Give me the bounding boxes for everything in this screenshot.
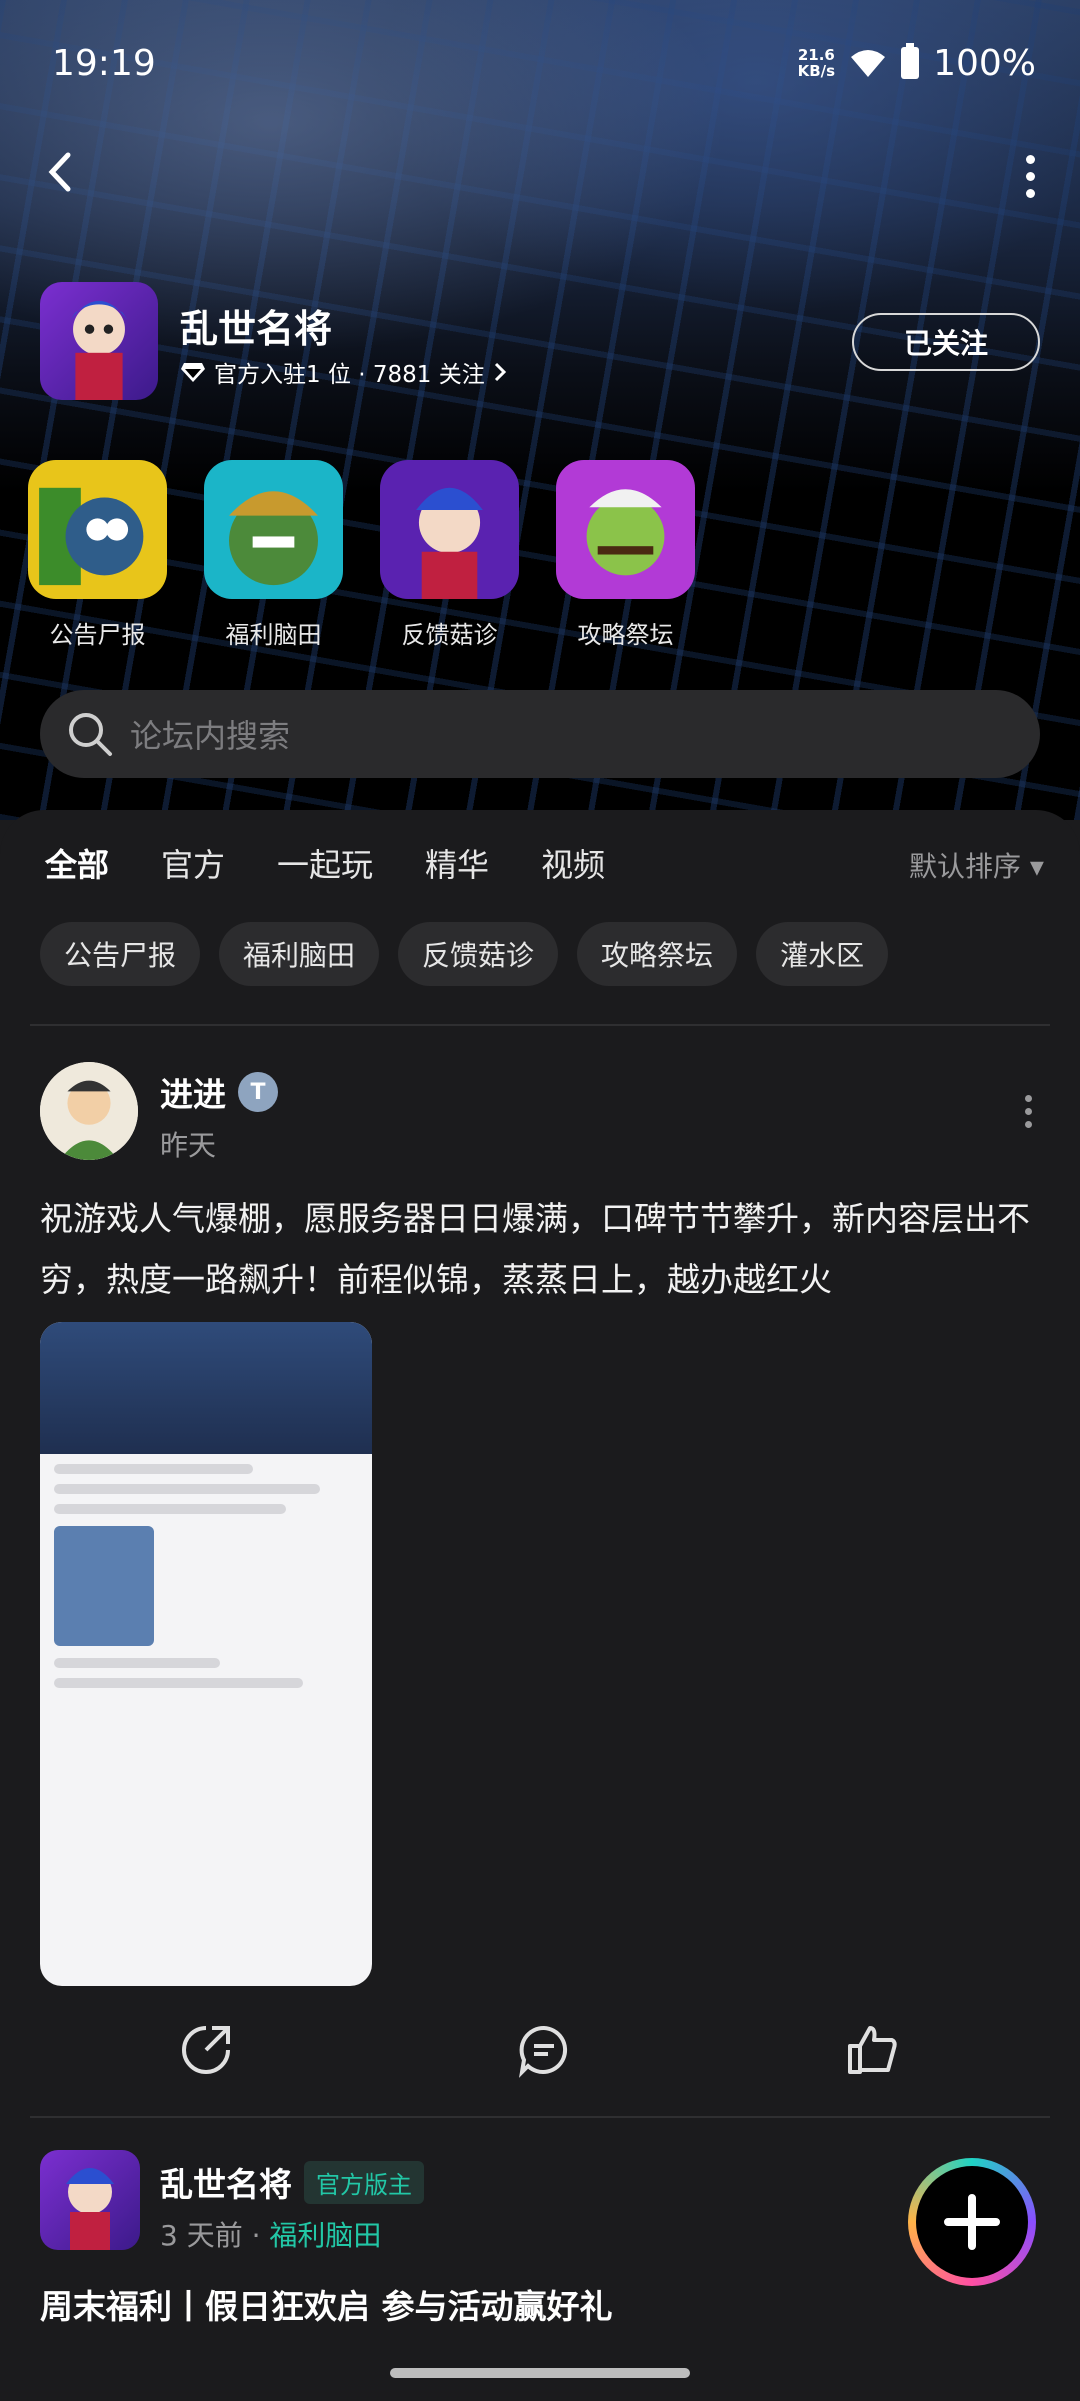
post-meta: 3 天前 · 福利脑田 (160, 2214, 381, 2254)
more-options-button[interactable] (1020, 155, 1040, 198)
announcement-icon (28, 460, 167, 599)
quick-link-welfare[interactable]: 福利脑田 (204, 460, 343, 650)
tab-video[interactable]: 视频 (541, 840, 605, 886)
game-title: 乱世名将 (180, 307, 333, 351)
level-badge-icon: T (238, 1072, 278, 1112)
search-placeholder: 论坛内搜索 (130, 717, 291, 755)
comment-button[interactable] (514, 2020, 574, 2080)
guide-icon (556, 460, 695, 599)
quick-link-label: 攻略祭坛 (577, 621, 674, 649)
game-subtitle: 官方入驻1 位 · 7881 关注 (214, 362, 485, 388)
post-title[interactable]: 周末福利丨假日狂欢启 参与活动赢好礼 (40, 2280, 613, 2328)
diamond-icon (181, 363, 205, 382)
avatar[interactable] (40, 2150, 140, 2250)
clock: 19:19 (52, 42, 156, 84)
battery-icon (901, 43, 920, 79)
follow-button[interactable]: 已关注 (852, 313, 1040, 371)
chip-guide[interactable]: 攻略祭坛 (577, 922, 738, 986)
tab-featured[interactable]: 精华 (425, 840, 489, 886)
wifi-icon (851, 50, 886, 77)
back-arrow-icon (48, 152, 71, 192)
category-chips: 公告尸报 福利脑田 反馈菇诊 攻略祭坛 灌水区 (40, 922, 889, 986)
chip-feedback[interactable]: 反馈菇诊 (398, 922, 559, 986)
sort-dropdown[interactable]: 默认排序 ▾ (909, 845, 1044, 885)
game-stats[interactable]: 官方入驻1 位 · 7881 关注 (180, 355, 507, 389)
chip-welfare[interactable]: 福利脑田 (219, 922, 380, 986)
battery-level: 100% (933, 42, 1036, 84)
tab-all[interactable]: 全部 (45, 840, 110, 892)
network-speed: 21.6 KB/s (797, 46, 836, 80)
thumbs-up-icon (848, 2026, 897, 2074)
post-category[interactable]: 福利脑田 (269, 2219, 381, 2252)
avatar[interactable] (40, 1062, 138, 1160)
welfare-icon (204, 460, 343, 599)
forum-search-input[interactable]: 论坛内搜索 (40, 690, 1040, 778)
share-icon (182, 2026, 230, 2074)
quick-link-label: 反馈菇诊 (401, 621, 498, 649)
official-badge: 官方版主 (304, 2160, 424, 2204)
tab-bar: 全部 官方 一起玩 精华 视频 (45, 840, 605, 892)
back-button[interactable] (40, 145, 90, 199)
share-button[interactable] (176, 2020, 236, 2080)
post-text[interactable]: 祝游戏人气爆棚，愿服务器日日爆满，口碑节节攀升，新内容层出不穷，热度一路飙升！前… (40, 1188, 1040, 1310)
divider (30, 1024, 1050, 1026)
comment-icon (519, 2025, 568, 2078)
tab-play-together[interactable]: 一起玩 (277, 840, 373, 886)
plus-icon (944, 2194, 1000, 2250)
chip-announcement[interactable]: 公告尸报 (40, 922, 201, 986)
quick-link-guide[interactable]: 攻略祭坛 (556, 460, 695, 650)
quick-link-announcement[interactable]: 公告尸报 (28, 460, 167, 650)
create-post-button[interactable] (908, 2158, 1036, 2286)
home-indicator[interactable] (390, 2368, 690, 2378)
search-icon (69, 713, 112, 756)
post-author[interactable]: 进进 T (160, 1068, 278, 1116)
like-button[interactable] (842, 2020, 902, 2080)
chip-chat[interactable]: 灌水区 (756, 922, 889, 986)
post-author[interactable]: 乱世名将 官方版主 (160, 2158, 424, 2206)
post-actions (0, 2020, 1080, 2084)
feedback-icon (380, 460, 519, 599)
tab-official[interactable]: 官方 (161, 840, 225, 886)
author-name: 乱世名将 (160, 2165, 292, 2204)
quick-links: 公告尸报 福利脑田 反馈菇诊 攻略祭坛 (28, 460, 695, 650)
chevron-right-icon (494, 362, 506, 382)
quick-link-feedback[interactable]: 反馈菇诊 (380, 460, 519, 650)
post-image[interactable] (40, 1322, 372, 1986)
post-time: 3 天前 · (160, 2219, 270, 2252)
post-more-button[interactable] (1025, 1095, 1032, 1128)
post-time: 昨天 (160, 1129, 217, 1162)
status-bar: 19:19 21.6 KB/s 100% (52, 38, 1036, 88)
divider (30, 2116, 1050, 2118)
author-name: 进进 (160, 1075, 226, 1114)
game-icon (40, 282, 158, 400)
quick-link-label: 公告尸报 (49, 621, 146, 649)
quick-link-label: 福利脑田 (225, 621, 322, 649)
